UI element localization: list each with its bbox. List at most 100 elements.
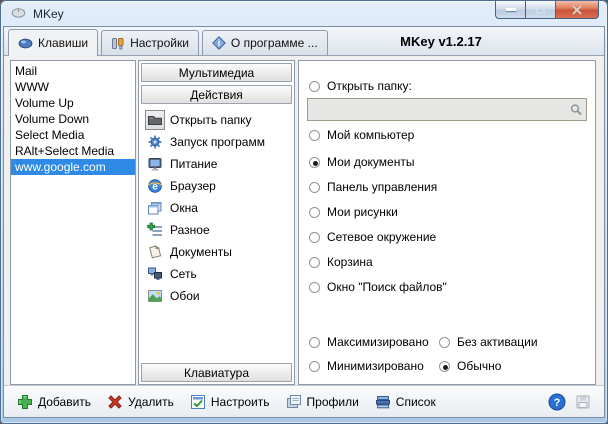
minimize-button[interactable] [495, 1, 525, 19]
tab-keys-label: Клавиши [38, 36, 89, 50]
button-label: Список [395, 394, 436, 409]
close-button[interactable] [555, 1, 599, 19]
radio-icon [309, 206, 320, 218]
hotkey-item[interactable]: WWW [11, 79, 135, 95]
hotkey-item[interactable]: Select Media [11, 127, 135, 143]
radio-icon [309, 281, 320, 293]
radio-maximized[interactable]: Максимизировано [309, 335, 429, 349]
radio-icon [439, 336, 450, 348]
radio-no-activation[interactable]: Без активации [439, 335, 538, 349]
hotkey-item[interactable]: RAlt+Select Media [11, 143, 135, 159]
action-documents[interactable]: Документы [139, 241, 294, 263]
search-icon[interactable] [566, 103, 586, 117]
radio-label: Мой компьютер [327, 128, 415, 142]
radio-icon [309, 80, 320, 92]
radio-label: Мои документы [327, 155, 415, 169]
app-version: MKey v1.2.17 [400, 34, 482, 49]
action-label: Питание [170, 157, 218, 171]
info-icon: i [212, 36, 226, 50]
action-launch-programs[interactable]: Запуск программ [139, 131, 294, 153]
svg-text:i: i [218, 38, 221, 48]
folder-options-panel: Открыть папку: Мой компьютер Мои докумен… [298, 60, 596, 385]
radio-icon [309, 256, 320, 268]
folder-path-field [307, 98, 587, 121]
action-label: Браузер [170, 179, 216, 193]
app-mouse-icon [11, 7, 26, 21]
tab-about[interactable]: i О программе ... [201, 30, 328, 55]
mouse-icon [18, 38, 33, 48]
close-icon [571, 4, 583, 15]
radio-icon-checked [439, 360, 450, 372]
action-label: Окна [170, 201, 198, 215]
save-icon[interactable] [575, 394, 591, 410]
hotkey-item[interactable]: Mail [11, 63, 135, 79]
action-browser[interactable]: e Браузер [139, 175, 294, 197]
radio-label: Без активации [457, 335, 538, 349]
add-button[interactable]: Добавить [17, 394, 91, 410]
hotkey-item-selected[interactable]: www.google.com [11, 159, 135, 175]
tab-bar: Клавиши Настройки i О программе ... MKey… [4, 27, 604, 56]
action-wallpaper[interactable]: Обои [139, 285, 294, 307]
radio-minimized[interactable]: Минимизировано [309, 359, 424, 373]
window-controls [495, 1, 599, 19]
app-window: MKey Клавиши Настройки i О программе ...… [0, 0, 608, 424]
delete-icon [108, 394, 122, 409]
hotkey-item[interactable]: Volume Down [11, 111, 135, 127]
action-list: Открыть папку Запуск программ Питание e … [139, 109, 294, 307]
action-category-panel: Мультимедиа Действия Открыть папку Запус… [138, 60, 295, 385]
launch-icon [145, 132, 165, 152]
radio-normal[interactable]: Обычно [439, 359, 501, 373]
radio-my-computer[interactable]: Мой компьютер [309, 128, 414, 142]
action-network[interactable]: Сеть [139, 263, 294, 285]
svg-text:?: ? [554, 397, 561, 409]
radio-icon [309, 231, 320, 243]
radio-label: Корзина [327, 255, 373, 269]
configure-button[interactable]: Настроить [190, 394, 270, 410]
radio-label: Панель управления [327, 180, 438, 194]
button-label: Профили [306, 394, 359, 409]
radio-control-panel[interactable]: Панель управления [309, 180, 437, 194]
add-icon [18, 394, 32, 409]
category-keyboard-button[interactable]: Клавиатура [141, 363, 292, 382]
hotkey-list: Mail WWW Volume Up Volume Down Select Me… [10, 60, 136, 385]
radio-recycle-bin[interactable]: Корзина [309, 255, 373, 269]
radio-search-window[interactable]: Окно "Поиск файлов" [309, 280, 447, 294]
radio-icon [309, 181, 320, 193]
folder-icon [145, 110, 165, 130]
radio-open-folder[interactable]: Открыть папку: [309, 79, 412, 93]
folder-path-input[interactable] [308, 99, 566, 120]
delete-button[interactable]: Удалить [107, 394, 174, 410]
radio-label: Сетевое окружение [327, 230, 437, 244]
minimize-icon [505, 8, 516, 11]
action-power[interactable]: Питание [139, 153, 294, 175]
tab-about-label: О программе ... [230, 36, 318, 50]
list-button[interactable]: Список [375, 394, 436, 410]
category-actions-button[interactable]: Действия [141, 85, 292, 104]
action-windows[interactable]: Окна [139, 197, 294, 219]
action-label: Разное [170, 223, 210, 237]
network-icon [145, 264, 165, 284]
tab-keys[interactable]: Клавиши [8, 29, 99, 56]
action-misc[interactable]: Разное [139, 219, 294, 241]
radio-network-places[interactable]: Сетевое окружение [309, 230, 436, 244]
radio-icon-checked [309, 156, 320, 168]
settings-icon [112, 37, 124, 49]
browser-icon: e [145, 176, 165, 196]
misc-icon [145, 220, 165, 240]
radio-my-documents[interactable]: Мои документы [309, 155, 414, 169]
tab-settings[interactable]: Настройки [101, 30, 199, 55]
button-label: Добавить [38, 394, 92, 409]
hotkey-item[interactable]: Volume Up [11, 95, 135, 111]
radio-label: Максимизировано [327, 335, 429, 349]
profiles-button[interactable]: Профили [286, 394, 359, 410]
tab-settings-label: Настройки [130, 36, 189, 50]
button-label: Удалить [128, 394, 174, 409]
power-icon [145, 154, 165, 174]
help-icon[interactable]: ? [548, 393, 566, 411]
radio-label: Открыть папку: [327, 79, 412, 93]
radio-label: Обычно [457, 359, 502, 373]
maximize-button[interactable] [525, 1, 555, 19]
radio-my-pictures[interactable]: Мои рисунки [309, 205, 398, 219]
action-open-folder[interactable]: Открыть папку [139, 109, 294, 131]
category-multimedia-button[interactable]: Мультимедиа [141, 63, 292, 82]
